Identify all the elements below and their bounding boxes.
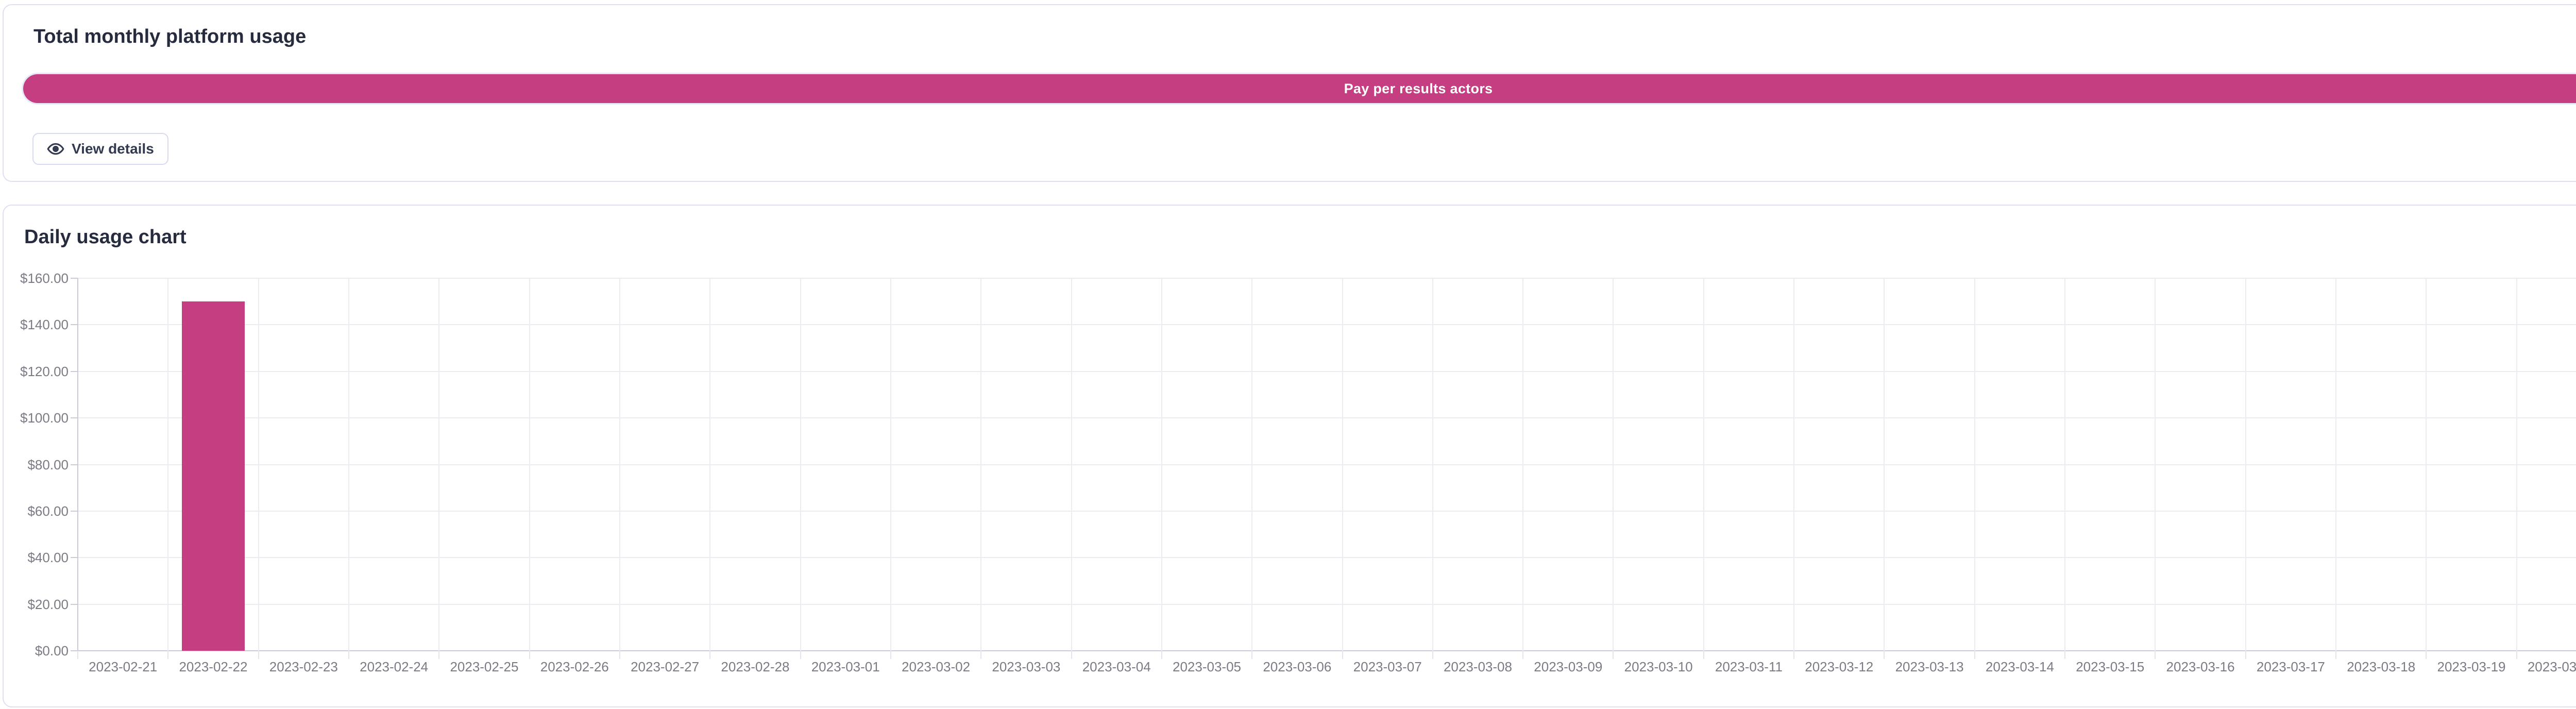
x-axis-tick — [709, 651, 710, 659]
x-axis-tick — [2245, 651, 2246, 659]
gridline-horizontal — [78, 324, 2576, 325]
gridline-horizontal — [78, 604, 2576, 605]
x-axis-tick — [1161, 651, 1162, 659]
gridline-vertical — [1522, 278, 1523, 651]
usage-progress-track: Pay per results actors — [23, 74, 2576, 103]
y-axis-tick — [71, 324, 78, 325]
gridline-vertical — [800, 278, 801, 651]
view-details-label: View details — [72, 141, 154, 157]
x-axis-tick — [1974, 651, 1975, 659]
x-axis-tick — [1793, 651, 1794, 659]
x-axis-tick — [1071, 651, 1072, 659]
usage-bar[interactable] — [182, 301, 245, 651]
gridline-horizontal — [78, 417, 2576, 418]
gridline-vertical — [2245, 278, 2246, 651]
gridline-vertical — [1432, 278, 1433, 651]
y-axis-label: $120.00 — [0, 363, 69, 380]
x-axis-tick — [529, 651, 530, 659]
y-axis-label: $20.00 — [0, 596, 69, 613]
gridline-vertical — [1613, 278, 1614, 651]
y-axis-label: $140.00 — [0, 316, 69, 333]
y-axis-label: $80.00 — [0, 457, 69, 473]
y-axis-tick — [71, 464, 78, 465]
y-axis-tick — [71, 511, 78, 512]
gridline-horizontal — [78, 557, 2576, 558]
usage-progress-segment[interactable]: Pay per results actors — [23, 74, 2576, 103]
x-axis-tick — [619, 651, 620, 659]
gridline-horizontal — [78, 371, 2576, 372]
x-axis-tick — [2155, 651, 2156, 659]
y-axis-label: $160.00 — [0, 270, 69, 286]
x-axis-tick — [2335, 651, 2336, 659]
x-axis-tick — [980, 651, 981, 659]
x-axis-tick — [1251, 651, 1252, 659]
gridline-vertical — [2064, 278, 2065, 651]
summary-header: Total monthly platform usage $150.00 — [33, 26, 2576, 48]
x-axis-tick — [2516, 651, 2517, 659]
chart-card-title: Daily usage chart — [24, 226, 187, 248]
daily-usage-chart-card: Daily usage chart Absolute Cumulative $0… — [3, 205, 2576, 707]
x-axis-tick — [167, 651, 168, 659]
y-axis-label: $60.00 — [0, 503, 69, 519]
summary-card-title: Total monthly platform usage — [33, 26, 306, 48]
x-axis-tick — [1613, 651, 1614, 659]
x-axis-tick — [890, 651, 891, 659]
gridline-horizontal — [78, 464, 2576, 465]
x-axis-tick — [1342, 651, 1343, 659]
x-axis-tick — [1522, 651, 1523, 659]
gridline-vertical — [2335, 278, 2336, 651]
plot-area: $0.00$20.00$40.00$60.00$80.00$100.00$120… — [78, 278, 2576, 651]
gridline-vertical — [2155, 278, 2156, 651]
gridline-vertical — [619, 278, 620, 651]
x-axis-tick — [258, 651, 259, 659]
y-axis-tick — [71, 371, 78, 372]
gridline-vertical — [1974, 278, 1975, 651]
gridline-vertical — [1342, 278, 1343, 651]
x-axis-tick — [438, 651, 439, 659]
y-axis-tick — [71, 417, 78, 418]
y-axis-tick — [71, 604, 78, 605]
gridline-vertical — [258, 278, 259, 651]
x-axis-tick — [77, 651, 78, 659]
x-axis-tick — [1884, 651, 1885, 659]
y-axis-tick — [71, 557, 78, 558]
y-axis-tick — [71, 650, 78, 651]
x-axis-tick — [2064, 651, 2065, 659]
gridline-vertical — [438, 278, 439, 651]
y-axis-label: $40.00 — [0, 549, 69, 566]
gridline-horizontal — [78, 278, 2576, 279]
usage-progress-label: Pay per results actors — [1344, 81, 1493, 97]
gridline-vertical — [890, 278, 891, 651]
y-axis-label: $100.00 — [0, 410, 69, 426]
x-axis-tick — [1432, 651, 1433, 659]
gridline-horizontal — [78, 511, 2576, 512]
gridline-vertical — [1071, 278, 1072, 651]
gridline-vertical — [1251, 278, 1252, 651]
gridline-vertical — [1884, 278, 1885, 651]
y-axis-line — [77, 278, 78, 651]
eye-icon — [47, 140, 64, 158]
x-axis-tick — [348, 651, 349, 659]
x-axis-tick — [2426, 651, 2427, 659]
x-axis-tick — [1703, 651, 1704, 659]
gridline-vertical — [709, 278, 710, 651]
x-axis-tick — [800, 651, 801, 659]
gridline-vertical — [2516, 278, 2517, 651]
view-details-button[interactable]: View details — [32, 133, 168, 165]
gridline-vertical — [1703, 278, 1704, 651]
y-axis-tick — [71, 278, 78, 279]
total-monthly-usage-card: Total monthly platform usage $150.00 Pay… — [3, 4, 2576, 182]
gridline-vertical — [980, 278, 981, 651]
gridline-vertical — [2426, 278, 2427, 651]
y-axis-label: $0.00 — [0, 643, 69, 659]
gridline-vertical — [529, 278, 530, 651]
gridline-vertical — [167, 278, 168, 651]
gridline-vertical — [1793, 278, 1794, 651]
x-axis-line — [78, 650, 2576, 651]
gridline-vertical — [348, 278, 349, 651]
x-axis-label: 2023-03-20 — [2505, 659, 2576, 675]
gridline-vertical — [1161, 278, 1162, 651]
